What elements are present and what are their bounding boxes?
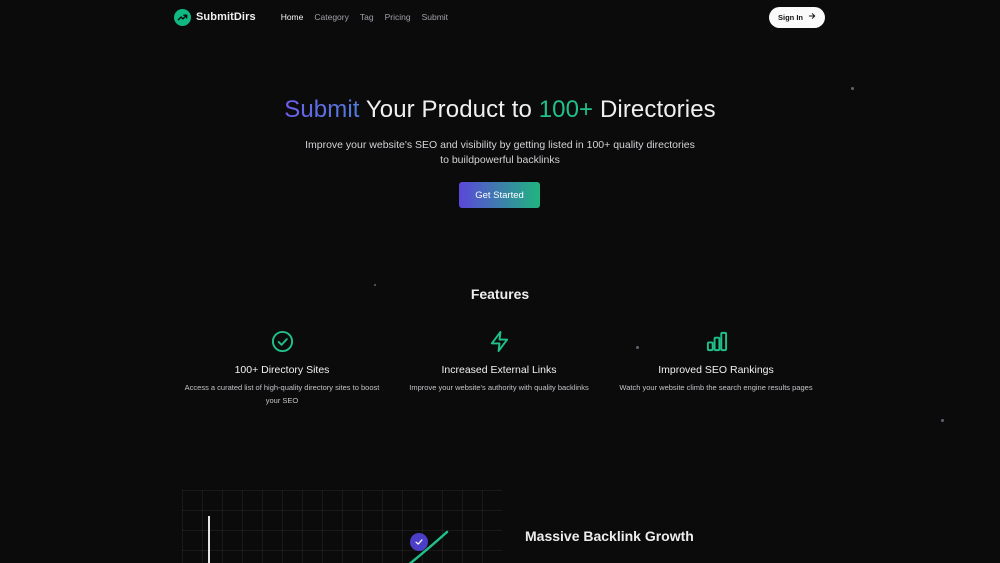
sign-in-button[interactable]: Sign In [769, 6, 825, 28]
sign-in-label: Sign In [778, 12, 803, 22]
nav-link-home[interactable]: Home [281, 12, 304, 22]
growth-curve [408, 530, 449, 563]
check-circle-icon [182, 330, 382, 354]
nav-links: Home Category Tag Pricing Submit [281, 12, 459, 22]
brand-name: SubmitDirs [196, 11, 256, 23]
nav-link-pricing[interactable]: Pricing [385, 12, 411, 22]
hero-title-text: Your Product to [359, 96, 539, 123]
feature-description: Access a curated list of high-quality di… [184, 383, 380, 405]
trending-up-icon [174, 8, 191, 26]
feature-title: Improved SEO Rankings [658, 364, 774, 376]
hero-title-text-end: Directories [593, 96, 716, 123]
feature-card-seo-rankings: Improved SEO Rankings Watch your website… [616, 330, 816, 395]
nav-link-category[interactable]: Category [314, 12, 349, 22]
feature-card-external-links: Increased External Links Improve your we… [399, 330, 599, 395]
lightning-icon [399, 330, 599, 354]
backlink-growth-heading: Massive Backlink Growth [525, 528, 694, 544]
brand-logo[interactable]: SubmitDirs [174, 8, 256, 26]
arrow-right-icon [808, 12, 816, 22]
get-started-button[interactable]: Get Started [459, 182, 540, 208]
nav-link-tag[interactable]: Tag [360, 12, 374, 22]
feature-card-directory-sites: 100+ Directory Sites Access a curated li… [182, 330, 382, 407]
hero-title: Submit Your Product to 100+ Directories [0, 96, 1000, 124]
nav-link-submit[interactable]: Submit [422, 12, 448, 22]
hero-title-highlight: Submit [284, 96, 360, 123]
bar-chart-icon [616, 330, 816, 354]
feature-description: Watch your website climb the search engi… [619, 383, 813, 392]
decorative-dot [941, 419, 944, 422]
backlink-growth-illustration [182, 490, 502, 563]
feature-title: Increased External Links [441, 364, 557, 376]
hero-title-number: 100+ [538, 96, 594, 123]
check-badge-icon [410, 533, 428, 551]
top-nav: SubmitDirs Home Category Tag Pricing Sub… [174, 6, 825, 28]
feature-title: 100+ Directory Sites [234, 364, 330, 376]
feature-description: Improve your website's authority with qu… [409, 383, 589, 392]
hero-subtitle: Improve your website's SEO and visibilit… [305, 139, 695, 166]
features-heading: Features [470, 286, 530, 302]
decorative-dot [851, 87, 854, 90]
